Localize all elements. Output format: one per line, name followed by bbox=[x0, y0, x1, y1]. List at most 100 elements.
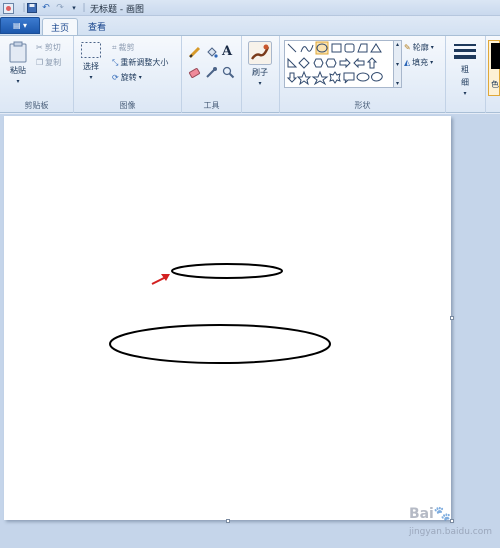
color1-label: 色 bbox=[491, 80, 499, 89]
drawing-canvas[interactable] bbox=[4, 116, 451, 520]
title-bar: | ↶ ↷ ▾ | 无标题 - 画图 bbox=[0, 0, 500, 16]
down-arrow-shape-icon bbox=[286, 72, 298, 83]
redo-icon[interactable]: ↷ bbox=[54, 2, 66, 14]
red-arrow-annotation bbox=[151, 274, 170, 285]
color1-button[interactable]: 色 bbox=[488, 40, 500, 96]
magnifier-icon[interactable] bbox=[222, 66, 235, 79]
eraser-icon[interactable] bbox=[188, 66, 201, 79]
size-button[interactable]: 粗 细 ▾ bbox=[453, 42, 477, 97]
diamond-shape-icon bbox=[298, 57, 310, 69]
cloud-callout-shape-icon bbox=[371, 72, 383, 82]
chevron-down-icon: ▾ bbox=[430, 44, 434, 51]
fill-button[interactable]: ◭ 填充 ▾ bbox=[404, 57, 433, 68]
crop-label: 裁剪 bbox=[118, 43, 135, 52]
select-label: 选择 bbox=[83, 62, 99, 71]
shapes-group: ▴ ▾ ▾ ✎ 轮廓 ▾ ◭ 填充 ▾ 形状 bbox=[280, 36, 446, 113]
select-rect-icon bbox=[81, 42, 101, 58]
crop-icon: ⌗ bbox=[112, 42, 117, 52]
tools-group-label: 工具 bbox=[203, 101, 220, 110]
shapes-gallery-scroll[interactable]: ▴ ▾ ▾ bbox=[394, 40, 402, 88]
scroll-up-icon: ▴ bbox=[395, 41, 399, 48]
size-label-2: 细 bbox=[461, 78, 469, 87]
menu-icon: ▤ ▾ bbox=[12, 21, 28, 30]
scroll-down-icon: ▾ bbox=[395, 60, 399, 68]
tab-view[interactable]: 查看 bbox=[80, 18, 114, 35]
color1-swatch bbox=[491, 43, 500, 69]
cut-button[interactable]: ✂ 剪切 bbox=[36, 42, 61, 53]
image-group-label: 图像 bbox=[119, 101, 136, 110]
resize-icon: ⤡ bbox=[112, 57, 119, 67]
watermark-url: jingyan.baidu.com bbox=[408, 527, 492, 537]
large-ellipse bbox=[109, 324, 331, 364]
resize-handle-bottom[interactable] bbox=[226, 519, 230, 523]
paste-button[interactable]: 粘贴 ▾ bbox=[8, 41, 28, 85]
outline-button[interactable]: ✎ 轮廓 ▾ bbox=[404, 42, 434, 53]
chevron-down-icon: ▾ bbox=[16, 78, 20, 85]
polygon-shape-icon bbox=[357, 43, 368, 53]
gallery-expand-icon: ▾ bbox=[395, 80, 399, 87]
watermark-logo: Bai bbox=[408, 506, 434, 522]
oval-callout-shape-icon bbox=[356, 72, 370, 82]
chevron-down-icon: ▾ bbox=[258, 80, 262, 87]
copy-icon: ❐ bbox=[36, 58, 44, 67]
paste-icon bbox=[9, 41, 27, 63]
clipboard-group: 粘贴 ▾ ✂ 剪切 ❐ 复制 剪贴板 bbox=[0, 36, 74, 113]
color-picker-icon[interactable] bbox=[205, 66, 218, 79]
rounded-rect-shape-icon bbox=[344, 43, 355, 53]
undo-icon[interactable]: ↶ bbox=[40, 2, 52, 14]
fill-icon: ◭ bbox=[404, 58, 411, 67]
six-point-star-shape-icon bbox=[329, 71, 341, 84]
pencil-icon[interactable] bbox=[188, 46, 201, 59]
five-point-star-shape-icon bbox=[311, 70, 329, 86]
rotate-icon: ⟳ bbox=[112, 73, 119, 82]
right-arrow-shape-icon bbox=[339, 57, 351, 69]
crop-button[interactable]: ⌗ 裁剪 bbox=[112, 42, 135, 53]
copy-label: 复制 bbox=[45, 58, 62, 67]
rectangle-shape-icon bbox=[331, 43, 342, 53]
clipboard-group-label: 剪贴板 bbox=[24, 101, 49, 110]
fill-bucket-icon[interactable] bbox=[205, 46, 218, 59]
cut-label: 剪切 bbox=[44, 43, 61, 52]
chevron-down-icon: ▾ bbox=[138, 74, 142, 81]
window-title: 无标题 - 画图 bbox=[90, 5, 144, 15]
ribbon-tab-row: ▤ ▾ 主页 查看 bbox=[0, 16, 500, 35]
tools-group: A 工具 bbox=[182, 36, 242, 113]
hexagon-shape-icon bbox=[325, 58, 337, 68]
copy-button[interactable]: ❐ 复制 bbox=[36, 57, 61, 68]
paint-menu-button[interactable]: ▤ ▾ bbox=[0, 17, 40, 34]
rotate-button[interactable]: ⟳ 旋转 ▾ bbox=[112, 72, 142, 83]
text-tool-icon[interactable]: A bbox=[222, 44, 232, 59]
select-button[interactable]: 选择 ▾ bbox=[80, 41, 102, 81]
outline-label: 轮廓 bbox=[412, 43, 429, 52]
paint-app-icon[interactable] bbox=[2, 2, 14, 14]
tab-home[interactable]: 主页 bbox=[42, 18, 79, 35]
curve-shape-icon bbox=[300, 44, 314, 53]
baidu-watermark: Bai🐾 jingyan.baidu.com bbox=[409, 506, 492, 538]
fill-label: 填充 bbox=[412, 58, 429, 67]
shapes-group-label: 形状 bbox=[354, 101, 371, 110]
brushes-label: 刷子 bbox=[252, 68, 268, 77]
line-shape-icon bbox=[287, 43, 297, 53]
paste-label: 粘贴 bbox=[10, 66, 26, 75]
line-width-icon bbox=[454, 44, 476, 59]
right-triangle-shape-icon bbox=[287, 57, 298, 68]
pentagon-shape-icon bbox=[313, 58, 324, 68]
shapes-gallery bbox=[284, 40, 394, 88]
resize-label: 重新调整大小 bbox=[120, 58, 169, 67]
shapes-gallery-icons bbox=[286, 41, 383, 86]
resize-handle-right[interactable] bbox=[450, 316, 454, 320]
up-arrow-shape-icon bbox=[366, 57, 378, 69]
brushes-group: 刷子 ▾ bbox=[242, 36, 280, 113]
paw-icon: 🐾 bbox=[433, 506, 452, 522]
rotate-label: 旋转 bbox=[120, 73, 137, 82]
brushes-button[interactable]: 刷子 ▾ bbox=[248, 41, 272, 87]
chevron-down-icon: ▾ bbox=[430, 59, 434, 66]
image-group: 选择 ▾ ⌗ 裁剪 ⤡ 重新调整大小 ⟳ 旋转 ▾ 图像 bbox=[74, 36, 182, 113]
triangle-shape-icon bbox=[370, 43, 382, 53]
chevron-down-icon: ▾ bbox=[89, 74, 93, 81]
rect-callout-shape-icon bbox=[343, 72, 355, 84]
save-icon[interactable] bbox=[26, 2, 38, 14]
small-ellipse bbox=[171, 263, 283, 279]
brush-icon bbox=[248, 41, 272, 65]
resize-button[interactable]: ⤡ 重新调整大小 bbox=[112, 57, 168, 68]
